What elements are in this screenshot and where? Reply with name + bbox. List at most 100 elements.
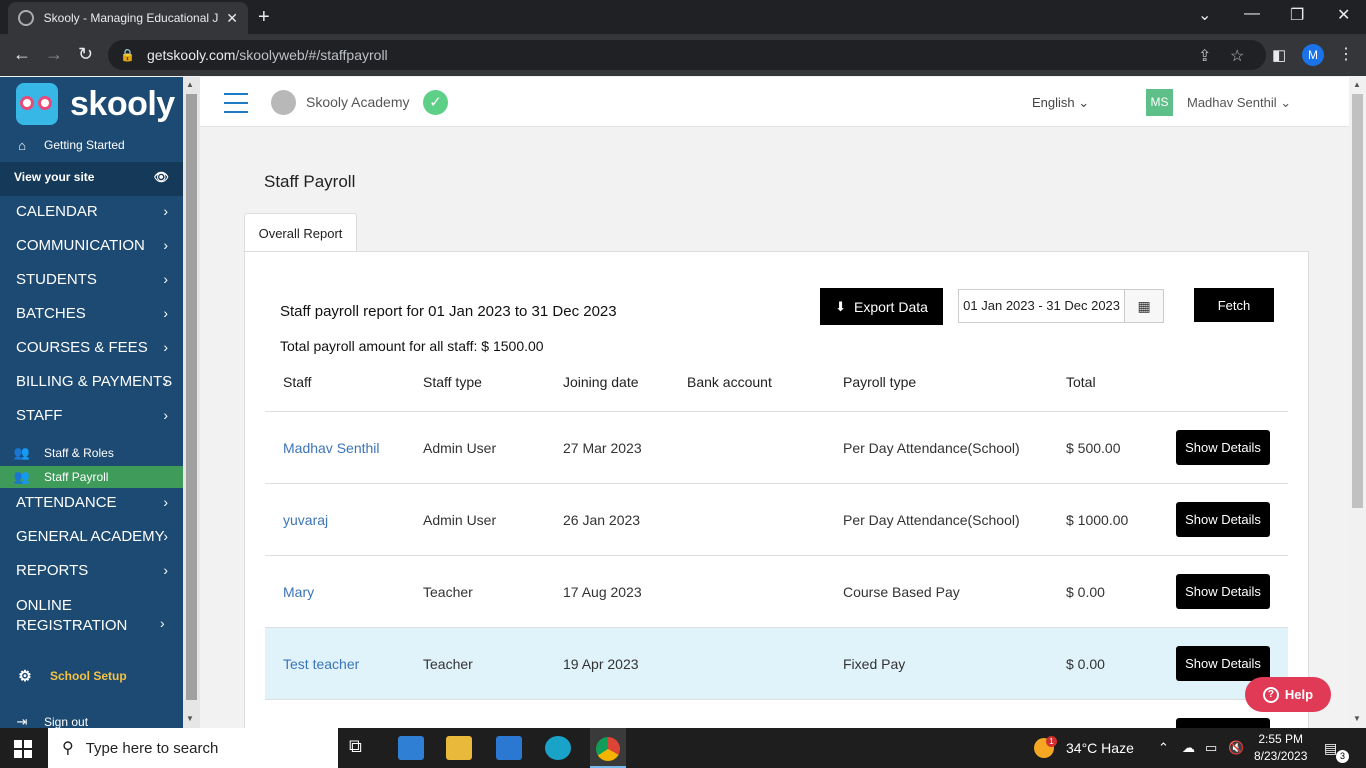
new-tab-icon[interactable]: +: [258, 6, 270, 29]
skooly-logo[interactable]: skooly: [16, 83, 175, 125]
chrome-icon: [596, 737, 620, 761]
staff-name-link[interactable]: Madhav Senthil: [283, 440, 380, 456]
date-range-value[interactable]: 01 Jan 2023 - 31 Dec 2023: [959, 290, 1126, 322]
weather-text[interactable]: 34°C Haze: [1066, 740, 1134, 756]
view-site-label: View your site: [14, 170, 95, 184]
close-window-icon[interactable]: ✕: [1337, 5, 1350, 25]
show-details-button[interactable]: Show Details: [1176, 430, 1270, 465]
logo-text: skooly: [70, 84, 175, 123]
side-panel-icon[interactable]: ◧: [1272, 46, 1286, 64]
forward-icon[interactable]: →: [45, 44, 63, 65]
staff-name-link[interactable]: Mary: [283, 584, 314, 600]
top-bar: Skooly Academy ✓ English ⌄ MS Madhav Sen…: [200, 77, 1349, 127]
chrome-taskbar-item[interactable]: [590, 728, 626, 768]
tab-search-chevron-icon[interactable]: ⌄: [1198, 5, 1211, 25]
sidebar-view-site[interactable]: View your site 👁: [0, 162, 183, 196]
sidebar: skooly ⌂ Getting Started View your site …: [0, 77, 183, 728]
bookmark-star-icon[interactable]: ☆: [1230, 46, 1244, 66]
main-content: Skooly Academy ✓ English ⌄ MS Madhav Sen…: [200, 77, 1349, 728]
tab-close-icon[interactable]: ✕: [226, 10, 238, 27]
sidebar-item-label: COURSES & FEES: [16, 339, 148, 356]
people-icon: 👥: [13, 445, 31, 460]
profile-avatar[interactable]: M: [1302, 44, 1324, 66]
date-range-picker[interactable]: 01 Jan 2023 - 31 Dec 2023 ▦: [958, 289, 1164, 323]
browser-menu-icon[interactable]: ⋮: [1338, 44, 1354, 64]
hamburger-menu-icon[interactable]: [224, 93, 248, 120]
show-details-button-partial[interactable]: [1176, 718, 1270, 728]
browser-tab-bar: Skooly - Managing Educational Ju ✕ + ⌄ —…: [0, 0, 1366, 34]
column-header-total: Total: [1066, 374, 1096, 390]
sidebar-item-batches[interactable]: BATCHES ›: [0, 305, 183, 322]
export-label: Export Data: [853, 298, 928, 315]
sidebar-item-students[interactable]: STUDENTS ›: [0, 271, 183, 288]
show-details-button[interactable]: Show Details: [1176, 646, 1270, 681]
chevron-right-icon: ›: [163, 373, 168, 389]
sidebar-item-sign-out[interactable]: ⇥ Sign out: [0, 713, 183, 728]
payroll-type-cell: Fixed Pay: [843, 656, 906, 672]
taskbar-search-input[interactable]: ⚲ Type here to search: [48, 728, 338, 768]
staff-name-link[interactable]: Test teacher: [283, 656, 359, 672]
minimize-icon[interactable]: —: [1244, 5, 1260, 23]
language-select[interactable]: English ⌄: [1032, 95, 1089, 111]
column-header-joining-date: Joining date: [563, 374, 639, 390]
sidebar-scroll-thumb[interactable]: [186, 94, 197, 700]
sidebar-item-online-registration[interactable]: ONLINE REGISTRATION: [0, 596, 150, 636]
clock[interactable]: 2:55 PM 8/23/2023: [1254, 731, 1307, 765]
sidebar-item-staff-roles[interactable]: 👥 Staff & Roles: [0, 443, 183, 463]
sidebar-item-billing-payments[interactable]: BILLING & PAYMENTS ›: [0, 373, 183, 390]
chevron-right-icon: ›: [163, 203, 168, 219]
staff-name-link[interactable]: yuvaraj: [283, 512, 328, 528]
share-icon[interactable]: ⇪: [1198, 46, 1211, 66]
tab-favicon-icon: [18, 10, 34, 26]
scroll-up-icon[interactable]: ▲: [1353, 80, 1361, 89]
back-icon[interactable]: ←: [13, 44, 31, 65]
sidebar-item-calendar[interactable]: CALENDAR ›: [0, 203, 183, 220]
calendar-icon[interactable]: ▦: [1125, 290, 1163, 322]
payroll-type-cell: Per Day Attendance(School): [843, 512, 1020, 528]
windows-start-icon[interactable]: [14, 740, 32, 758]
sidebar-item-label: COMMUNICATION: [16, 237, 145, 254]
sidebar-item-label: CALENDAR: [16, 203, 98, 220]
sidebar-item-staff-payroll[interactable]: 👥 Staff Payroll: [0, 466, 183, 488]
sidebar-item-attendance[interactable]: ATTENDANCE ›: [0, 494, 183, 511]
battery-icon[interactable]: ▭: [1205, 740, 1217, 756]
edge-icon[interactable]: [545, 736, 571, 760]
sign-out-label: Sign out: [44, 715, 89, 728]
sidebar-item-getting-started[interactable]: ⌂ Getting Started: [0, 137, 183, 153]
reload-icon[interactable]: ↻: [78, 44, 93, 65]
user-menu[interactable]: Madhav Senthil ⌄: [1187, 95, 1291, 111]
url-input[interactable]: 🔒 getskooly.com/skoolyweb/#/staffpayroll…: [108, 40, 1266, 70]
restore-icon[interactable]: ❐: [1290, 5, 1304, 25]
sidebar-item-label: STUDENTS: [16, 271, 97, 288]
user-avatar[interactable]: MS: [1146, 89, 1173, 116]
file-explorer-icon[interactable]: [446, 736, 472, 760]
joining-date-cell: 26 Jan 2023: [563, 512, 641, 528]
store-icon[interactable]: [398, 736, 424, 760]
sidebar-item-general-academy[interactable]: GENERAL ACADEMY ›: [0, 528, 183, 545]
report-total-text: Total payroll amount for all staff: $ 15…: [280, 338, 544, 354]
sidebar-item-communication[interactable]: COMMUNICATION ›: [0, 237, 183, 254]
sidebar-item-label: REPORTS: [16, 562, 89, 579]
scroll-up-icon[interactable]: ▲: [186, 80, 194, 89]
volume-muted-icon[interactable]: 🔇: [1228, 740, 1244, 756]
main-scroll-thumb[interactable]: [1352, 94, 1363, 508]
mail-icon[interactable]: [496, 736, 522, 760]
show-details-button[interactable]: Show Details: [1176, 574, 1270, 609]
sidebar-item-school-setup[interactable]: ⚙ School Setup: [0, 665, 183, 687]
show-details-button[interactable]: Show Details: [1176, 502, 1270, 537]
network-icon[interactable]: ☁: [1182, 740, 1195, 756]
table-row: Test teacher Teacher 19 Apr 2023 Fixed P…: [265, 628, 1288, 699]
column-header-payroll-type: Payroll type: [843, 374, 917, 390]
scroll-down-icon[interactable]: ▼: [1353, 714, 1361, 723]
browser-tab[interactable]: Skooly - Managing Educational Ju ✕: [8, 2, 248, 34]
task-view-icon[interactable]: ⧉: [349, 736, 375, 760]
sidebar-item-courses-fees[interactable]: COURSES & FEES ›: [0, 339, 183, 356]
sidebar-item-reports[interactable]: REPORTS ›: [0, 562, 183, 579]
export-data-button[interactable]: ⬇ Export Data: [820, 288, 943, 325]
sidebar-item-staff[interactable]: STAFF ›: [0, 407, 183, 424]
scroll-down-icon[interactable]: ▼: [186, 714, 194, 723]
fetch-button[interactable]: Fetch: [1194, 288, 1274, 322]
tray-chevron-up-icon[interactable]: ⌃: [1158, 740, 1169, 756]
help-button[interactable]: ? Help: [1245, 677, 1331, 712]
tab-overall-report[interactable]: Overall Report: [244, 213, 357, 252]
